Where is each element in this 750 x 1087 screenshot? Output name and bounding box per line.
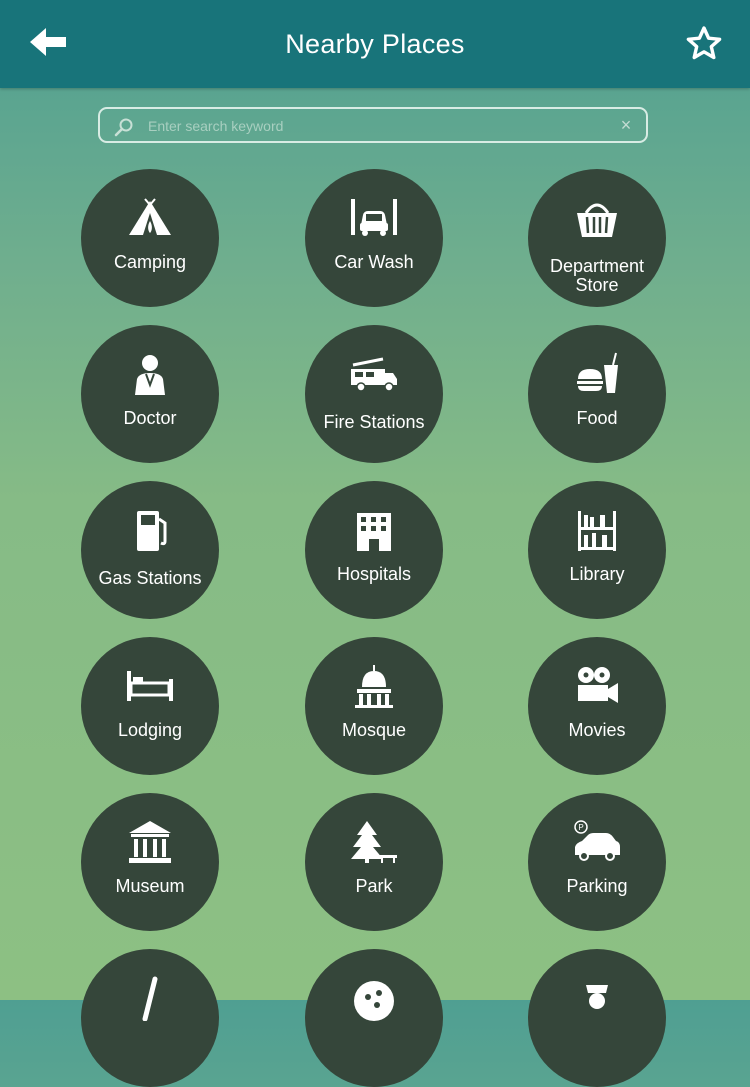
category-label: Doctor bbox=[123, 408, 177, 428]
category-label: Movies bbox=[568, 720, 626, 740]
pizza-icon bbox=[349, 975, 399, 1021]
category-hospitals[interactable]: Hospitals bbox=[305, 481, 443, 619]
category-department-store[interactable]: Department Store bbox=[528, 169, 666, 307]
pharmacy-icon bbox=[125, 975, 175, 1021]
category-food[interactable]: Food bbox=[528, 325, 666, 463]
category-label: Camping bbox=[113, 252, 187, 272]
category-car-wash[interactable]: Car Wash bbox=[305, 169, 443, 307]
film-camera-icon bbox=[572, 663, 622, 709]
tree-bench-icon bbox=[349, 819, 399, 865]
dome-icon bbox=[349, 663, 399, 709]
category-fire-stations[interactable]: Fire Stations bbox=[305, 325, 443, 463]
burger-drink-icon bbox=[572, 351, 622, 397]
hospital-building-icon bbox=[349, 507, 399, 553]
category-label: Department Store bbox=[549, 256, 645, 295]
doctor-icon bbox=[125, 351, 175, 397]
arrow-left-icon bbox=[28, 26, 68, 63]
category-partial-2[interactable] bbox=[305, 949, 443, 1087]
category-movies[interactable]: Movies bbox=[528, 637, 666, 775]
svg-text:P: P bbox=[578, 823, 583, 832]
bookshelf-icon bbox=[572, 507, 622, 553]
category-label: Fire Stations bbox=[323, 412, 425, 432]
category-gas-stations[interactable]: Gas Stations bbox=[81, 481, 219, 619]
bed-icon bbox=[125, 663, 175, 709]
category-label: Parking bbox=[566, 876, 628, 896]
category-park[interactable]: Park bbox=[305, 793, 443, 931]
gas-pump-icon bbox=[125, 507, 175, 553]
category-partial-3[interactable] bbox=[528, 949, 666, 1087]
category-label: Hospitals bbox=[336, 564, 412, 584]
category-doctor[interactable]: Doctor bbox=[81, 325, 219, 463]
category-label: Park bbox=[355, 876, 393, 896]
museum-icon bbox=[125, 819, 175, 865]
category-museum[interactable]: Museum bbox=[81, 793, 219, 931]
category-label: Mosque bbox=[341, 720, 407, 740]
clear-search-button[interactable]: × bbox=[616, 115, 636, 135]
category-label: Museum bbox=[115, 876, 185, 896]
back-button[interactable] bbox=[22, 22, 74, 66]
category-label: Car Wash bbox=[334, 252, 414, 272]
category-partial-1[interactable] bbox=[81, 949, 219, 1087]
tent-icon bbox=[125, 195, 175, 241]
star-icon bbox=[685, 25, 723, 66]
basket-icon bbox=[572, 195, 622, 241]
category-label: Gas Stations bbox=[98, 568, 202, 588]
fire-truck-icon bbox=[349, 351, 399, 397]
search-input[interactable] bbox=[146, 109, 610, 143]
close-icon: × bbox=[620, 114, 632, 135]
app-header: Nearby Places bbox=[0, 0, 750, 88]
category-mosque[interactable]: Mosque bbox=[305, 637, 443, 775]
category-lodging[interactable]: Lodging bbox=[81, 637, 219, 775]
category-camping[interactable]: Camping bbox=[81, 169, 219, 307]
search-box: × bbox=[98, 107, 648, 143]
car-wash-icon bbox=[349, 195, 399, 241]
police-icon bbox=[572, 975, 622, 1021]
category-label: Food bbox=[576, 408, 618, 428]
category-library[interactable]: Library bbox=[528, 481, 666, 619]
search-icon bbox=[114, 117, 134, 137]
category-parking[interactable]: P Parking bbox=[528, 793, 666, 931]
category-label: Library bbox=[569, 564, 625, 584]
category-label: Lodging bbox=[117, 720, 183, 740]
favorites-button[interactable] bbox=[680, 22, 728, 68]
page-title: Nearby Places bbox=[285, 28, 465, 59]
parked-car-icon: P bbox=[572, 819, 622, 865]
